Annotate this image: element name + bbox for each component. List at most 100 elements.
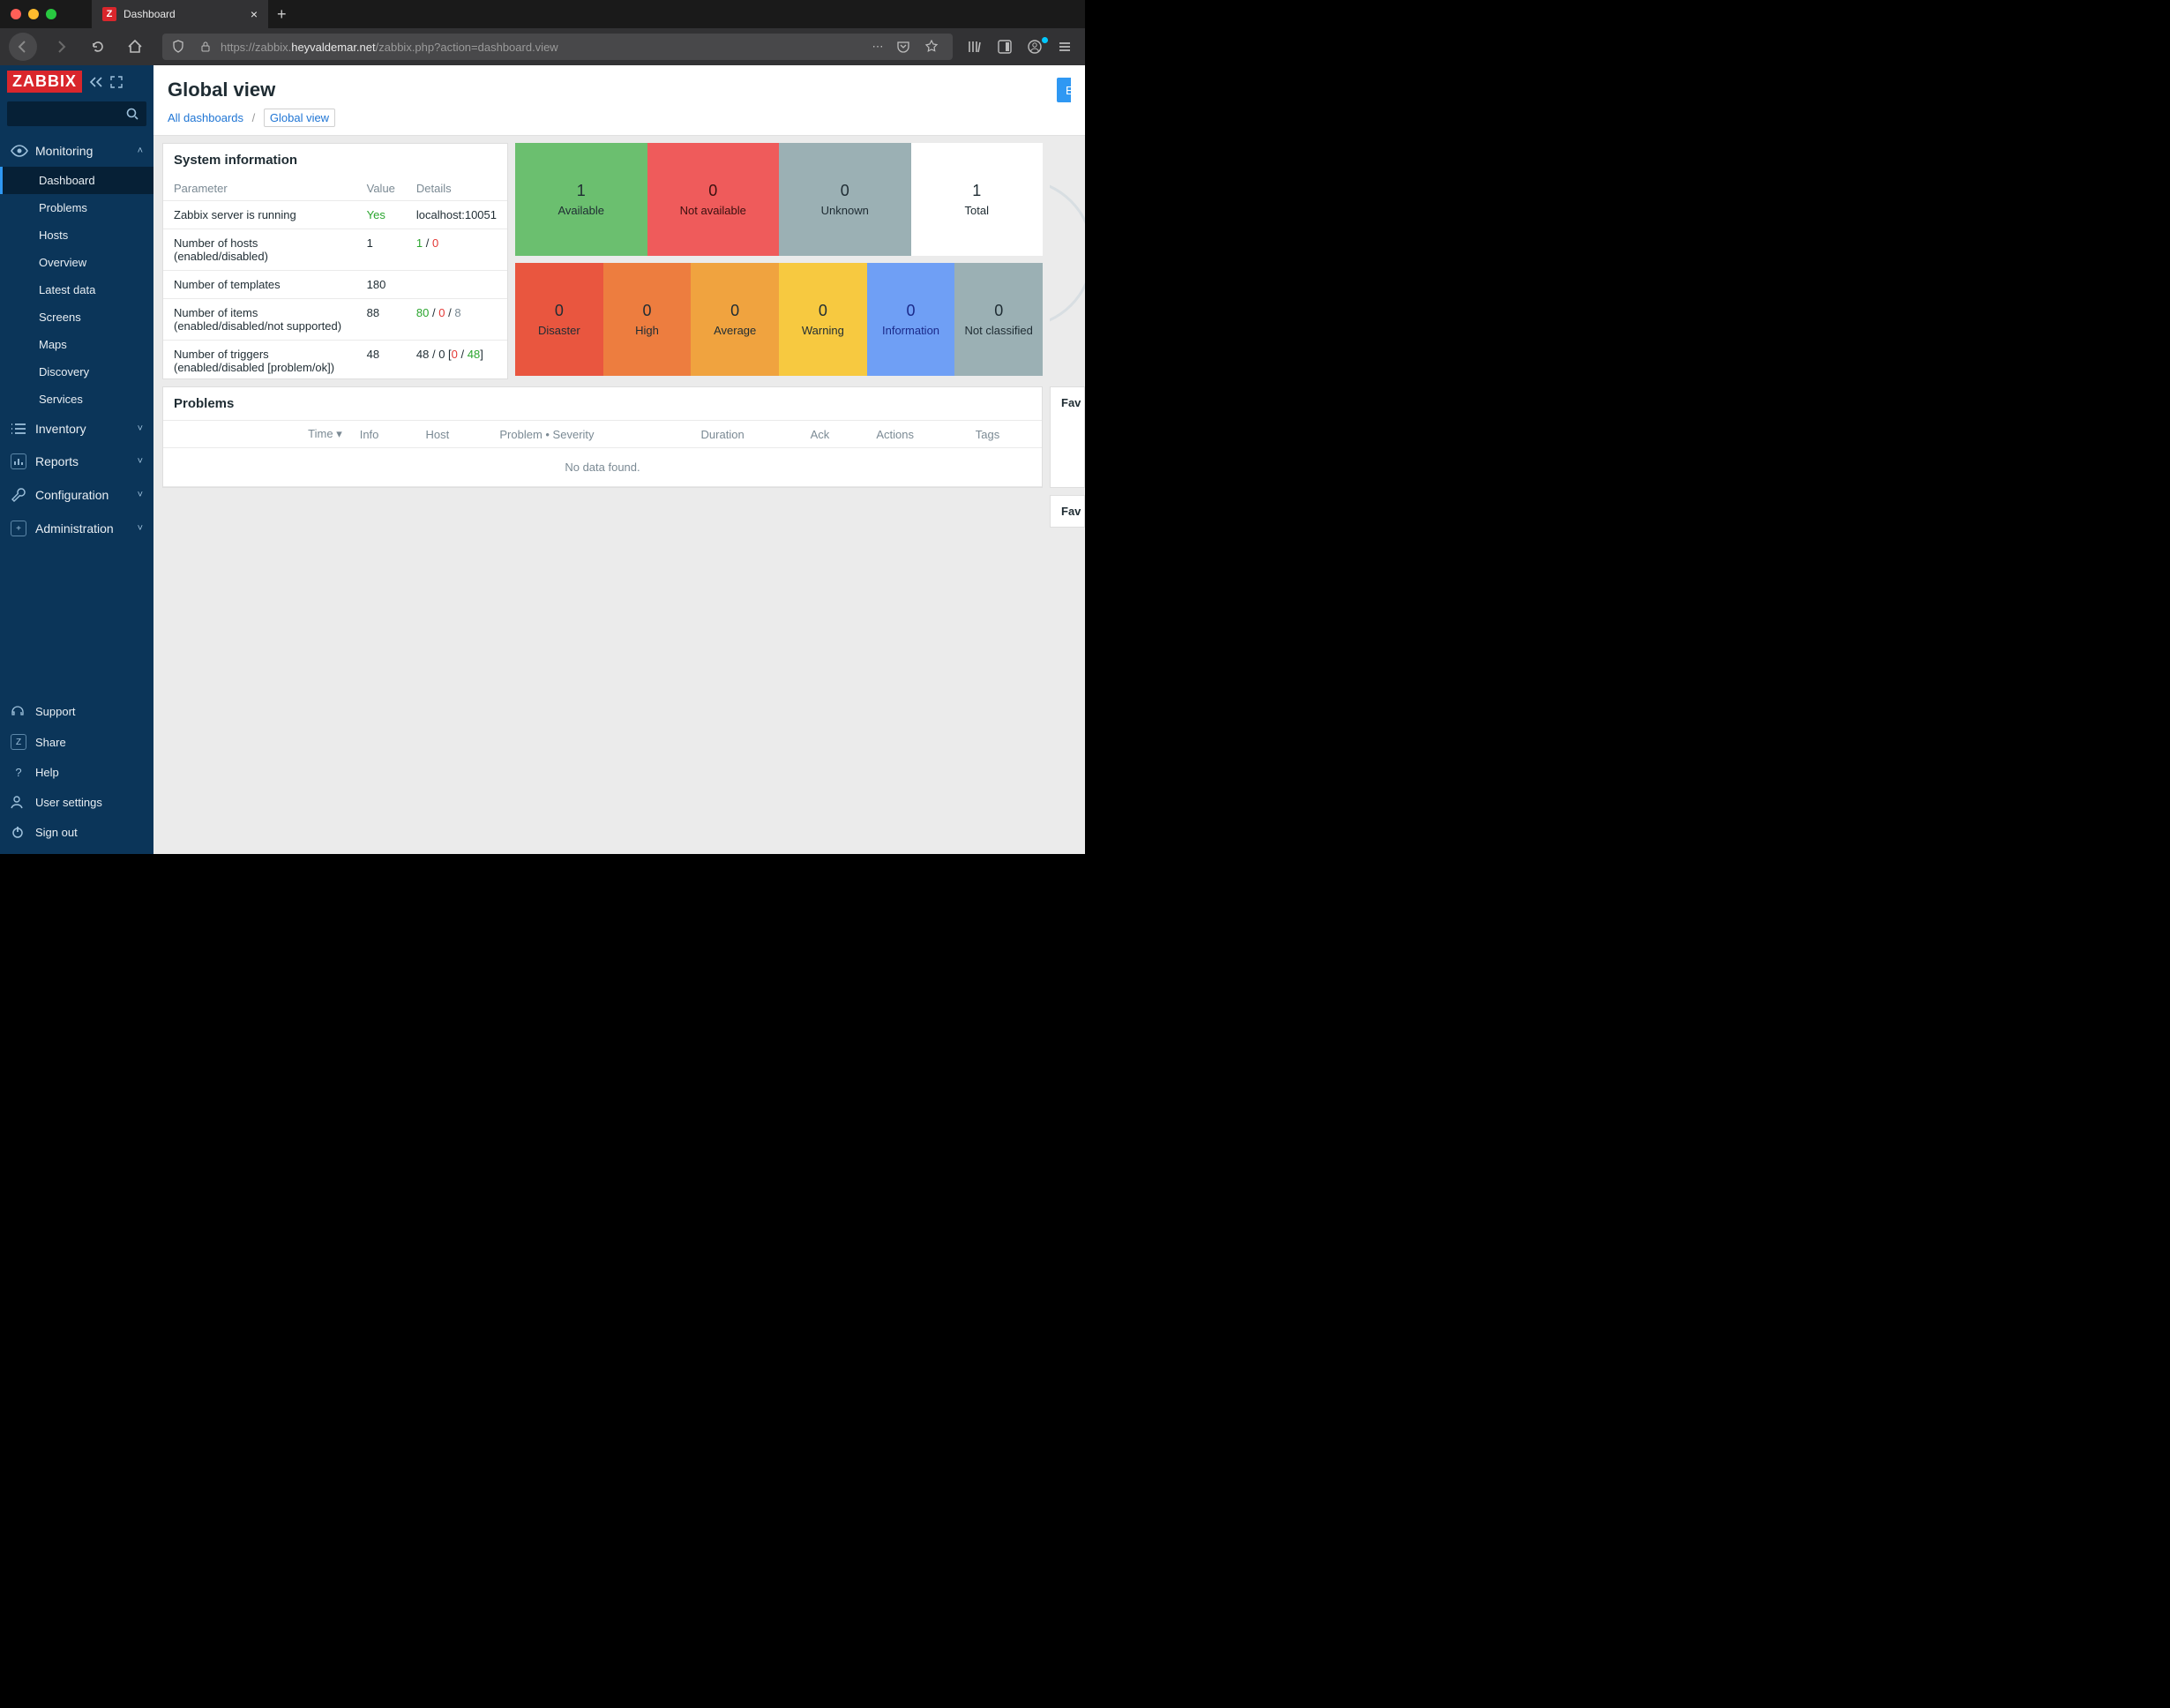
forward-button[interactable]	[48, 34, 74, 60]
window-titlebar: Z Dashboard × +	[0, 0, 1085, 28]
subnav-problems[interactable]: Problems	[0, 194, 153, 221]
subnav-screens[interactable]: Screens	[0, 303, 153, 331]
home-button[interactable]	[122, 34, 148, 60]
problems-col[interactable]: Ack	[802, 421, 868, 448]
minimize-window-button[interactable]	[28, 9, 39, 19]
widget-system-information: System information Parameter Value Detai…	[162, 143, 508, 379]
traffic-lights	[11, 9, 56, 19]
question-icon: ?	[11, 766, 26, 779]
problems-col[interactable]: Info	[351, 421, 417, 448]
subnav-dashboard[interactable]: Dashboard	[0, 167, 153, 194]
clock-face	[1050, 178, 1085, 328]
new-tab-button[interactable]: +	[277, 5, 287, 24]
severity-tile[interactable]: 0Not classified	[954, 263, 1043, 376]
severity-tile[interactable]: 0Information	[867, 263, 955, 376]
account-icon[interactable]	[1027, 39, 1046, 55]
breadcrumb: All dashboards / Global view	[153, 111, 1085, 136]
sidebar-search[interactable]	[7, 101, 146, 126]
sysinfo-row: Number of templates180	[163, 271, 507, 299]
nav-support[interactable]: Support	[0, 696, 153, 726]
col-value: Value	[356, 176, 406, 201]
navhead-administration[interactable]: + Administration ˅	[0, 512, 153, 545]
sysinfo-row: Zabbix server is runningYeslocalhost:100…	[163, 201, 507, 229]
shield-icon[interactable]	[171, 40, 191, 54]
nav-share[interactable]: Z Share	[0, 726, 153, 758]
url-bar[interactable]: https://zabbix.heyvaldemar.net/zabbix.ph…	[162, 34, 953, 60]
back-button[interactable]	[9, 33, 37, 61]
problems-col[interactable]: Actions	[867, 421, 966, 448]
problems-col[interactable]: Tags	[967, 421, 1042, 448]
bookmark-star-icon[interactable]	[924, 40, 944, 54]
pocket-icon[interactable]	[896, 40, 916, 54]
nav-sign-out[interactable]: Sign out	[0, 817, 153, 847]
reader-icon[interactable]	[997, 39, 1016, 55]
widget-status-column: 1Available0Not available0Unknown1Total 0…	[515, 143, 1043, 379]
host-tile[interactable]: 1Total	[911, 143, 1044, 256]
problems-col[interactable]: Problem • Severity	[490, 421, 692, 448]
headset-icon	[11, 704, 26, 718]
page-title: Global view	[168, 79, 275, 101]
severity-tile[interactable]: 0Warning	[779, 263, 867, 376]
bar-chart-icon	[11, 453, 26, 469]
host-tile[interactable]: 0Unknown	[779, 143, 911, 256]
severity-tile[interactable]: 0High	[603, 263, 692, 376]
sidebar-bottom: Support Z Share ? Help User settings S	[0, 696, 153, 854]
lock-icon[interactable]	[199, 41, 212, 53]
brand-logo[interactable]: ZABBIX	[7, 71, 82, 93]
edit-dashboard-button[interactable]: E	[1057, 78, 1071, 102]
user-icon	[11, 795, 26, 809]
widget-problems: Problems Time ▾InfoHostProblem • Severit…	[162, 386, 1043, 488]
host-availability-tiles: 1Available0Not available0Unknown1Total	[515, 143, 1043, 256]
tab-title: Dashboard	[123, 8, 176, 20]
problems-col[interactable]: Host	[417, 421, 491, 448]
navhead-configuration[interactable]: Configuration ˅	[0, 478, 153, 512]
chevron-down-icon: ˅	[138, 456, 143, 467]
z-icon: Z	[11, 734, 26, 750]
list-icon	[11, 423, 26, 435]
page-header: Global view E	[153, 65, 1085, 111]
host-tile[interactable]: 1Available	[515, 143, 647, 256]
reload-button[interactable]	[85, 34, 111, 60]
library-icon[interactable]	[967, 39, 986, 55]
tab-favicon: Z	[102, 7, 116, 21]
browser-tab[interactable]: Z Dashboard ×	[92, 0, 268, 28]
widget-clock	[1050, 143, 1085, 379]
fullscreen-icon[interactable]	[110, 76, 123, 88]
problems-col[interactable]: Duration	[692, 421, 802, 448]
page-actions-icon[interactable]: ⋯	[868, 40, 887, 54]
tab-close-icon[interactable]: ×	[251, 7, 258, 21]
crumb-current[interactable]: Global view	[264, 109, 335, 127]
severity-tiles: 0Disaster0High0Average0Warning0Informati…	[515, 263, 1043, 376]
nav-help[interactable]: ? Help	[0, 758, 153, 787]
menu-icon[interactable]	[1057, 39, 1076, 55]
chevron-down-icon: ˅	[138, 423, 143, 434]
subnav-maps[interactable]: Maps	[0, 331, 153, 358]
collapse-sidebar-icon[interactable]	[89, 76, 103, 88]
nav-user-settings[interactable]: User settings	[0, 787, 153, 817]
navhead-reports[interactable]: Reports ˅	[0, 445, 153, 478]
power-icon	[11, 825, 26, 839]
crumb-all-dashboards[interactable]: All dashboards	[168, 111, 243, 124]
navhead-inventory[interactable]: Inventory ˅	[0, 413, 153, 445]
col-parameter: Parameter	[163, 176, 356, 201]
widget-favourites: Fav	[1050, 386, 1085, 488]
host-tile[interactable]: 0Not available	[647, 143, 780, 256]
close-window-button[interactable]	[11, 9, 21, 19]
dashboard-grid: System information Parameter Value Detai…	[153, 136, 1085, 535]
eye-icon	[11, 145, 26, 157]
problems-col[interactable]: Time ▾	[163, 421, 351, 448]
subnav-discovery[interactable]: Discovery	[0, 358, 153, 386]
chevron-up-icon: ˄	[138, 146, 143, 156]
maximize-window-button[interactable]	[46, 9, 56, 19]
navhead-monitoring[interactable]: Monitoring ˄	[0, 135, 153, 167]
severity-tile[interactable]: 0Disaster	[515, 263, 603, 376]
subnav-services[interactable]: Services	[0, 386, 153, 413]
widget-title: System information	[163, 144, 507, 176]
subnav-latest-data[interactable]: Latest data	[0, 276, 153, 303]
widget-title: Problems	[163, 387, 1042, 420]
severity-tile[interactable]: 0Average	[691, 263, 779, 376]
plus-square-icon: +	[11, 521, 26, 536]
subnav-hosts[interactable]: Hosts	[0, 221, 153, 249]
subnav-overview[interactable]: Overview	[0, 249, 153, 276]
sysinfo-row: Number of hosts (enabled/disabled)11 / 0	[163, 229, 507, 271]
